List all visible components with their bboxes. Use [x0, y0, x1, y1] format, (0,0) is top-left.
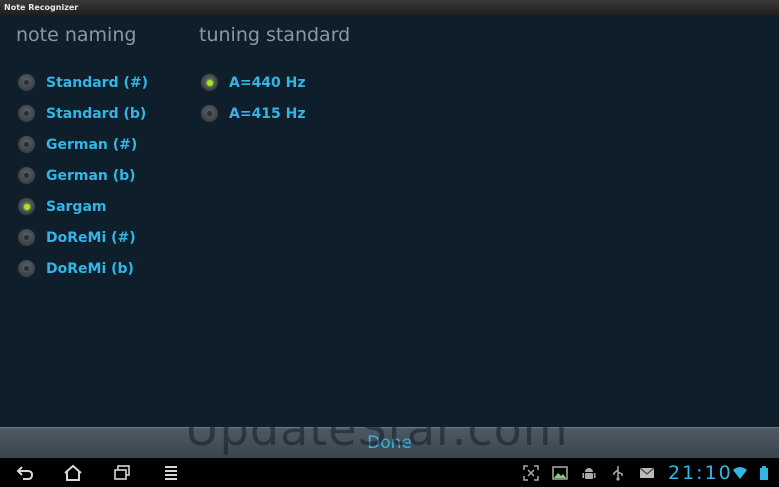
- wifi-icon[interactable]: [731, 461, 749, 485]
- radio-button-icon[interactable]: [17, 228, 36, 247]
- radio-label[interactable]: DoReMi (#): [46, 230, 136, 246]
- radio-german-sharp[interactable]: German (#): [17, 129, 148, 160]
- radio-doremi-sharp[interactable]: DoReMi (#): [17, 222, 148, 253]
- back-icon[interactable]: [12, 461, 38, 485]
- radio-doremi-flat[interactable]: DoReMi (b): [17, 253, 148, 284]
- radio-a415[interactable]: A=415 Hz: [200, 98, 306, 129]
- radio-label[interactable]: A=440 Hz: [229, 75, 306, 91]
- tuning-standard-options: A=440 Hz A=415 Hz: [200, 67, 306, 129]
- settings-panel: note naming Standard (#) Standard (b) Ge…: [0, 15, 779, 427]
- screenshot-icon[interactable]: [522, 461, 540, 485]
- dialog-button-bar: Done: [0, 427, 779, 458]
- window-title-bar: Note Recognizer: [0, 0, 779, 15]
- recent-apps-icon[interactable]: [109, 461, 135, 485]
- battery-icon[interactable]: [755, 461, 773, 485]
- clock[interactable]: 21:10: [668, 461, 733, 485]
- tuning-standard-heading: tuning standard: [199, 24, 351, 46]
- radio-button-checked-icon[interactable]: [17, 197, 36, 216]
- radio-label[interactable]: Standard (#): [46, 75, 148, 91]
- radio-button-icon[interactable]: [17, 166, 36, 185]
- radio-button-checked-icon[interactable]: [200, 73, 219, 92]
- radio-standard-flat[interactable]: Standard (b): [17, 98, 148, 129]
- email-icon[interactable]: [638, 461, 656, 485]
- radio-label[interactable]: A=415 Hz: [229, 106, 306, 122]
- radio-button-icon[interactable]: [17, 73, 36, 92]
- done-button[interactable]: Done: [0, 428, 779, 459]
- window-title: Note Recognizer: [4, 3, 79, 12]
- menu-icon[interactable]: [158, 461, 184, 485]
- radio-label[interactable]: German (b): [46, 168, 136, 184]
- radio-button-icon[interactable]: [17, 135, 36, 154]
- home-icon[interactable]: [60, 461, 86, 485]
- radio-label[interactable]: German (#): [46, 137, 137, 153]
- radio-button-icon[interactable]: [17, 104, 36, 123]
- system-navigation-bar: 21:10: [0, 458, 779, 487]
- radio-label[interactable]: DoReMi (b): [46, 261, 134, 277]
- radio-german-flat[interactable]: German (b): [17, 160, 148, 191]
- note-naming-heading: note naming: [16, 24, 137, 46]
- radio-a440[interactable]: A=440 Hz: [200, 67, 306, 98]
- radio-button-icon[interactable]: [17, 259, 36, 278]
- radio-button-icon[interactable]: [200, 104, 219, 123]
- radio-label[interactable]: Standard (b): [46, 106, 146, 122]
- gallery-icon[interactable]: [551, 461, 569, 485]
- radio-sargam[interactable]: Sargam: [17, 191, 148, 222]
- usb-icon[interactable]: [609, 461, 627, 485]
- radio-label[interactable]: Sargam: [46, 199, 107, 215]
- note-naming-options: Standard (#) Standard (b) German (#) Ger…: [17, 67, 148, 284]
- status-tray: 21:10: [522, 461, 779, 485]
- android-debug-icon[interactable]: [580, 461, 598, 485]
- radio-standard-sharp[interactable]: Standard (#): [17, 67, 148, 98]
